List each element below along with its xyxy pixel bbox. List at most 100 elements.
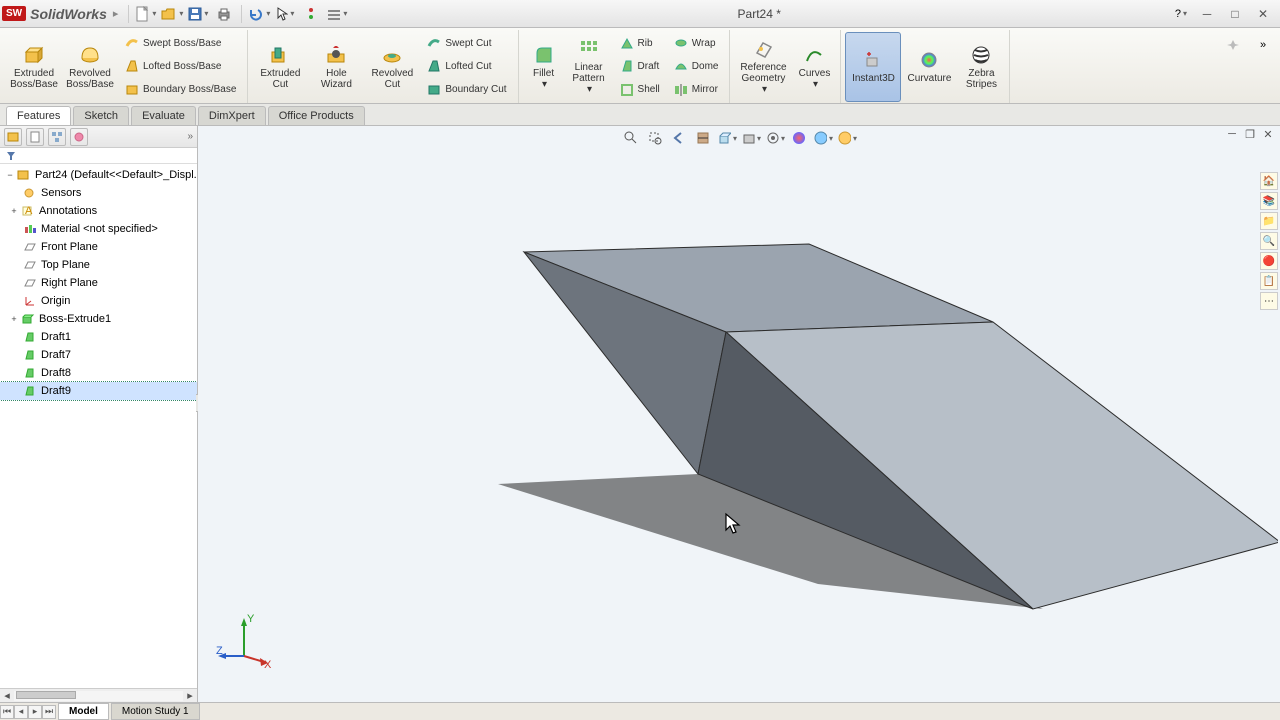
reference-geometry-button[interactable]: Reference Geometry▾ bbox=[734, 32, 792, 102]
tree-hscroll[interactable]: ◂▸ bbox=[0, 688, 197, 702]
lofted-cut-button[interactable]: Lofted Cut bbox=[420, 55, 513, 77]
nav-first-icon[interactable]: ⏮ bbox=[0, 705, 14, 719]
feature-manager-tab-icon[interactable] bbox=[4, 128, 22, 146]
viewport-minimize-icon[interactable]: ─ bbox=[1224, 128, 1240, 142]
viewport-window-controls: ─ ❐ ✕ bbox=[1224, 128, 1276, 142]
pin-ribbon-icon[interactable] bbox=[1221, 34, 1245, 56]
graphics-viewport[interactable]: ▾ ▾ ▾ ▾ ▾ ─ ❐ ✕ 🏠 📚 📁 🔍 🔴 📋 ⋯ bbox=[198, 126, 1280, 702]
heads-up-toolbar: ▾ ▾ ▾ ▾ ▾ bbox=[618, 126, 860, 150]
ribbon: Extruded Boss/Base Revolved Boss/Base Sw… bbox=[0, 28, 1280, 104]
tab-dimxpert[interactable]: DimXpert bbox=[198, 106, 266, 125]
tree-root[interactable]: −Part24 (Default<<Default>_Displ. bbox=[0, 166, 197, 184]
feature-tree: −Part24 (Default<<Default>_Displ. Sensor… bbox=[0, 164, 197, 688]
swept-cut-button[interactable]: Swept Cut bbox=[420, 32, 513, 54]
hole-wizard-button[interactable]: Hole Wizard bbox=[308, 32, 364, 102]
view-orientation-icon[interactable]: ▾ bbox=[716, 128, 738, 148]
section-view-icon[interactable] bbox=[692, 128, 714, 148]
tree-item-draft1[interactable]: Draft1 bbox=[0, 328, 197, 346]
tree-item-right-plane[interactable]: Right Plane bbox=[0, 274, 197, 292]
zoom-fit-icon[interactable] bbox=[620, 128, 642, 148]
display-style-icon[interactable]: ▾ bbox=[740, 128, 762, 148]
tab-office-products[interactable]: Office Products bbox=[268, 106, 365, 125]
viewport-restore-icon[interactable]: ❐ bbox=[1242, 128, 1258, 142]
maximize-button[interactable]: □ bbox=[1223, 3, 1247, 25]
dimxpert-manager-tab-icon[interactable] bbox=[70, 128, 88, 146]
hide-show-icon[interactable]: ▾ bbox=[764, 128, 786, 148]
bottom-bar: ⏮ ◂ ▸ ⏭ Model Motion Study 1 bbox=[0, 702, 1280, 720]
lofted-boss-button[interactable]: Lofted Boss/Base bbox=[118, 55, 243, 77]
print-button[interactable] bbox=[212, 3, 236, 25]
svg-text:Y: Y bbox=[247, 613, 255, 625]
curves-button[interactable]: Curves▾ bbox=[792, 32, 836, 102]
wrap-button[interactable]: Wrap bbox=[667, 32, 726, 54]
property-manager-tab-icon[interactable] bbox=[26, 128, 44, 146]
undo-button[interactable]: ▾ bbox=[247, 3, 271, 25]
select-button[interactable]: ▾ bbox=[273, 3, 297, 25]
extruded-cut-button[interactable]: Extruded Cut bbox=[252, 32, 308, 102]
close-button[interactable]: ✕ bbox=[1251, 3, 1275, 25]
tree-item-front-plane[interactable]: Front Plane bbox=[0, 238, 197, 256]
app-logo: SW bbox=[2, 6, 26, 21]
expand-ribbon-icon[interactable]: » bbox=[1251, 34, 1275, 56]
revolved-cut-button[interactable]: Revolved Cut bbox=[364, 32, 420, 102]
feature-manager-tabs: » bbox=[0, 126, 197, 148]
draft-button[interactable]: Draft bbox=[613, 55, 667, 77]
revolved-boss-button[interactable]: Revolved Boss/Base bbox=[62, 32, 118, 102]
tree-item-boss-extrude1[interactable]: +Boss-Extrude1 bbox=[0, 310, 197, 328]
tree-item-origin[interactable]: Origin bbox=[0, 292, 197, 310]
linear-pattern-button[interactable]: Linear Pattern▾ bbox=[565, 32, 613, 102]
mirror-button[interactable]: Mirror bbox=[667, 79, 726, 101]
svg-text:A: A bbox=[25, 205, 33, 217]
svg-text:X: X bbox=[264, 659, 272, 671]
zoom-area-icon[interactable] bbox=[644, 128, 666, 148]
model-shape[interactable] bbox=[198, 154, 1278, 702]
title-bar: SW SolidWorks ▸ ▾ ▾ ▾ ▾ ▾ ▾ Part24 * ?▾ … bbox=[0, 0, 1280, 28]
nav-prev-icon[interactable]: ◂ bbox=[14, 705, 28, 719]
tree-item-annotations[interactable]: +AAnnotations bbox=[0, 202, 197, 220]
edit-appearance-icon[interactable] bbox=[788, 128, 810, 148]
document-title: Part24 * bbox=[350, 7, 1168, 21]
dome-button[interactable]: Dome bbox=[667, 55, 726, 77]
tab-features[interactable]: Features bbox=[6, 106, 71, 125]
tree-item-top-plane[interactable]: Top Plane bbox=[0, 256, 197, 274]
rebuild-button[interactable] bbox=[299, 3, 323, 25]
tree-item-draft7[interactable]: Draft7 bbox=[0, 346, 197, 364]
tree-item-material[interactable]: Material <not specified> bbox=[0, 220, 197, 238]
nav-next-icon[interactable]: ▸ bbox=[28, 705, 42, 719]
tab-sketch[interactable]: Sketch bbox=[73, 106, 129, 125]
tree-item-draft9[interactable]: Draft9 bbox=[0, 382, 197, 400]
tree-item-draft8[interactable]: Draft8 bbox=[0, 364, 197, 382]
nav-last-icon[interactable]: ⏭ bbox=[42, 705, 56, 719]
shell-button[interactable]: Shell bbox=[613, 79, 667, 101]
view-settings-icon[interactable]: ▾ bbox=[836, 128, 858, 148]
app-name: SolidWorks bbox=[30, 6, 107, 22]
minimize-button[interactable]: ─ bbox=[1195, 3, 1219, 25]
curvature-button[interactable]: Curvature bbox=[901, 32, 957, 102]
tab-evaluate[interactable]: Evaluate bbox=[131, 106, 196, 125]
new-button[interactable]: ▾ bbox=[134, 3, 158, 25]
viewport-close-icon[interactable]: ✕ bbox=[1260, 128, 1276, 142]
zebra-stripes-button[interactable]: Zebra Stripes bbox=[957, 32, 1005, 102]
extruded-boss-button[interactable]: Extruded Boss/Base bbox=[6, 32, 62, 102]
options-button[interactable]: ▾ bbox=[325, 3, 349, 25]
collapse-tree-icon[interactable]: » bbox=[187, 131, 193, 142]
tree-item-sensors[interactable]: Sensors bbox=[0, 184, 197, 202]
previous-view-icon[interactable] bbox=[668, 128, 690, 148]
tab-model[interactable]: Model bbox=[58, 703, 109, 720]
instant3d-button[interactable]: Instant3D bbox=[845, 32, 901, 102]
svg-text:Z: Z bbox=[216, 645, 223, 657]
open-button[interactable]: ▾ bbox=[160, 3, 184, 25]
apply-scene-icon[interactable]: ▾ bbox=[812, 128, 834, 148]
boundary-boss-button[interactable]: Boundary Boss/Base bbox=[118, 79, 243, 101]
boundary-cut-button[interactable]: Boundary Cut bbox=[420, 79, 513, 101]
tree-filter[interactable] bbox=[0, 148, 197, 164]
swept-boss-button[interactable]: Swept Boss/Base bbox=[118, 32, 243, 54]
tab-motion-study[interactable]: Motion Study 1 bbox=[111, 703, 200, 720]
app-menu-arrow-icon[interactable]: ▸ bbox=[113, 7, 119, 20]
save-button[interactable]: ▾ bbox=[186, 3, 210, 25]
fillet-button[interactable]: Fillet▾ bbox=[523, 32, 565, 102]
configuration-manager-tab-icon[interactable] bbox=[48, 128, 66, 146]
rib-button[interactable]: Rib bbox=[613, 32, 667, 54]
main-area: » −Part24 (Default<<Default>_Displ. Sens… bbox=[0, 126, 1280, 702]
help-button[interactable]: ?▾ bbox=[1169, 3, 1193, 25]
